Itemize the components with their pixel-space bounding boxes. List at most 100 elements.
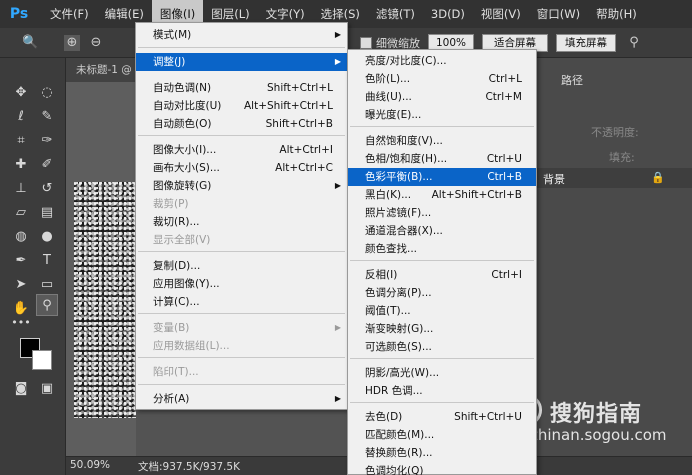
menu-separator — [350, 402, 534, 403]
image-menu-item-label: 显示全部(V) — [153, 234, 211, 246]
eyedropper-tool-icon[interactable]: ✑ — [36, 130, 58, 152]
image-menu-item[interactable]: 画布大小(S)... Alt+Ctrl+C — [136, 159, 347, 177]
blur-tool-icon[interactable]: ◍ — [10, 226, 32, 248]
marquee-tool-icon[interactable]: ◌ — [36, 82, 58, 104]
adjust-menu-item[interactable]: 色阶(L)... Ctrl+L — [348, 70, 536, 88]
menu-window[interactable]: 窗口(W) — [529, 0, 588, 28]
opacity-label: 不透明度: — [591, 126, 639, 139]
crop-tool-icon[interactable]: ⌗ — [10, 130, 32, 152]
rectangle-tool-icon[interactable]: ▭ — [36, 274, 58, 296]
adjust-menu-item[interactable]: 曝光度(E)... — [348, 106, 536, 124]
photoshop-logo: Ps — [9, 6, 29, 22]
menu-separator — [138, 384, 345, 385]
adjust-menu-item-label: 色调分离(P)... — [365, 287, 432, 299]
document-size[interactable]: 文档:937.5K/937.5K — [138, 459, 240, 474]
image-menu-item[interactable]: 裁切(R)... — [136, 213, 347, 231]
image-menu-item[interactable]: 图像旋转(G) ▶ — [136, 177, 347, 195]
adjust-menu-item[interactable]: 可选颜色(S)... — [348, 338, 536, 356]
adjust-menu-item-label: 亮度/对比度(C)... — [365, 55, 447, 67]
type-tool-icon[interactable]: T — [36, 250, 58, 272]
gradient-tool-icon[interactable]: ▤ — [36, 202, 58, 224]
background-color-swatch[interactable] — [32, 350, 52, 370]
image-menu-item: 显示全部(V) — [136, 231, 347, 249]
scrubby-zoom-checkbox[interactable] — [360, 37, 372, 49]
adjust-menu-item[interactable]: 渐变映射(G)... — [348, 320, 536, 338]
adjust-menu-item[interactable]: 照片滤镜(F)... — [348, 204, 536, 222]
menu-filter[interactable]: 滤镜(T) — [368, 0, 423, 28]
adjust-menu-item[interactable]: 匹配颜色(M)... — [348, 426, 536, 444]
image-menu-item[interactable]: 调整(J) ▶ — [136, 53, 347, 71]
adjust-menu-item[interactable]: 去色(D) Shift+Ctrl+U — [348, 408, 536, 426]
adjust-menu-item[interactable]: 曲线(U)... Ctrl+M — [348, 88, 536, 106]
adjust-menu-item[interactable]: 阴影/高光(W)... — [348, 364, 536, 382]
document-tab[interactable]: 未标题-1 @ — [66, 58, 136, 82]
adjust-menu-item-shortcut: Ctrl+M — [485, 91, 522, 103]
quick-select-tool-icon[interactable]: ✎ — [36, 106, 58, 128]
image-menu-item-label: 自动色调(N) — [153, 82, 212, 94]
image-menu-item-shortcut: Alt+Ctrl+C — [275, 162, 333, 174]
eraser-tool-icon[interactable]: ▱ — [10, 202, 32, 224]
adjust-menu-item-label: 黑白(K)... — [365, 189, 412, 201]
dodge-tool-icon[interactable]: ● — [36, 226, 58, 248]
brush-tool-icon[interactable]: ✐ — [36, 154, 58, 176]
adjust-menu-item[interactable]: 阈值(T)... — [348, 302, 536, 320]
adjust-menu-item-shortcut: Shift+Ctrl+U — [454, 411, 522, 423]
quick-mask-icon[interactable]: ◙ — [10, 378, 32, 400]
image-menu-item[interactable]: 图像大小(I)... Alt+Ctrl+I — [136, 141, 347, 159]
zoom-readout[interactable]: 50.09% — [70, 459, 110, 471]
adjust-menu-item[interactable]: 色彩平衡(B)... Ctrl+B — [348, 168, 536, 186]
adjust-menu-item-label: 替换颜色(R)... — [365, 447, 433, 459]
adjust-menu-item[interactable]: 替换颜色(R)... — [348, 444, 536, 462]
menu-view[interactable]: 视图(V) — [473, 0, 529, 28]
menu-3d[interactable]: 3D(D) — [423, 0, 473, 28]
menu-separator — [138, 313, 345, 314]
image-menu-item-label: 裁剪(P) — [153, 198, 189, 210]
history-brush-tool-icon[interactable]: ↺ — [36, 178, 58, 200]
adjust-menu-item[interactable]: 自然饱和度(V)... — [348, 132, 536, 150]
image-menu-item-label: 自动对比度(U) — [153, 100, 222, 112]
pen-tool-icon[interactable]: ✒ — [10, 250, 32, 272]
lasso-tool-icon[interactable]: ℓ — [10, 106, 32, 128]
adjust-menu-item[interactable]: 色调均化(Q) — [348, 462, 536, 475]
adjust-menu-item[interactable]: 黑白(K)... Alt+Shift+Ctrl+B — [348, 186, 536, 204]
menu-file[interactable]: 文件(F) — [42, 0, 97, 28]
adjust-menu-item-shortcut: Alt+Shift+Ctrl+B — [431, 189, 522, 201]
tab-paths[interactable]: 路径 — [561, 72, 583, 88]
clone-stamp-tool-icon[interactable]: ⊥ — [10, 178, 32, 200]
zoom-in-icon[interactable]: ⊕ — [64, 35, 80, 51]
layer-row[interactable]: 背景 🔒 — [537, 168, 692, 188]
zoom-tool-icon[interactable]: 🔍 — [22, 35, 38, 51]
adjust-menu-item[interactable]: 色调分离(P)... — [348, 284, 536, 302]
screen-mode-icon[interactable]: ▣ — [36, 378, 58, 400]
image-menu-item[interactable]: 自动颜色(O) Shift+Ctrl+B — [136, 115, 347, 133]
image-menu-item[interactable]: 计算(C)... — [136, 293, 347, 311]
image-menu-item[interactable]: 模式(M) ▶ — [136, 26, 347, 44]
image-menu-item[interactable]: 自动色调(N) Shift+Ctrl+L — [136, 79, 347, 97]
adjust-menu-item[interactable]: 通道混合器(X)... — [348, 222, 536, 240]
move-tool-icon[interactable]: ✥ — [10, 82, 32, 104]
search-icon[interactable]: ⚲ — [626, 35, 642, 51]
image-menu-item[interactable]: 应用图像(Y)... — [136, 275, 347, 293]
adjust-menu-item-label: 颜色查找... — [365, 243, 418, 255]
image-menu-item[interactable]: 自动对比度(U) Alt+Shift+Ctrl+L — [136, 97, 347, 115]
menu-separator — [350, 260, 534, 261]
zoom-tool-icon[interactable]: ⚲ — [36, 294, 58, 316]
adjust-menu-item[interactable]: 亮度/对比度(C)... — [348, 52, 536, 70]
adjust-menu-item[interactable]: 反相(I) Ctrl+I — [348, 266, 536, 284]
menu-help[interactable]: 帮助(H) — [588, 0, 645, 28]
fill-screen-button[interactable]: 填充屏幕 — [556, 34, 616, 52]
zoom-out-icon[interactable]: ⊖ — [88, 35, 104, 51]
menu-separator — [138, 47, 345, 48]
more-tools-icon[interactable]: ••• — [10, 312, 32, 334]
healing-brush-tool-icon[interactable]: ✚ — [10, 154, 32, 176]
image-menu-item[interactable]: 分析(A) ▶ — [136, 390, 347, 408]
fill-label: 填充: — [609, 151, 635, 164]
canvas-area[interactable] — [66, 82, 136, 456]
menu-separator — [350, 126, 534, 127]
image-menu-item-shortcut: Shift+Ctrl+L — [267, 82, 333, 94]
image-menu-item[interactable]: 复制(D)... — [136, 257, 347, 275]
adjust-menu-item[interactable]: 色相/饱和度(H)... Ctrl+U — [348, 150, 536, 168]
adjust-menu-item[interactable]: 颜色查找... — [348, 240, 536, 258]
adjust-menu-item-label: 色阶(L)... — [365, 73, 411, 85]
adjust-menu-item[interactable]: HDR 色调... — [348, 382, 536, 400]
